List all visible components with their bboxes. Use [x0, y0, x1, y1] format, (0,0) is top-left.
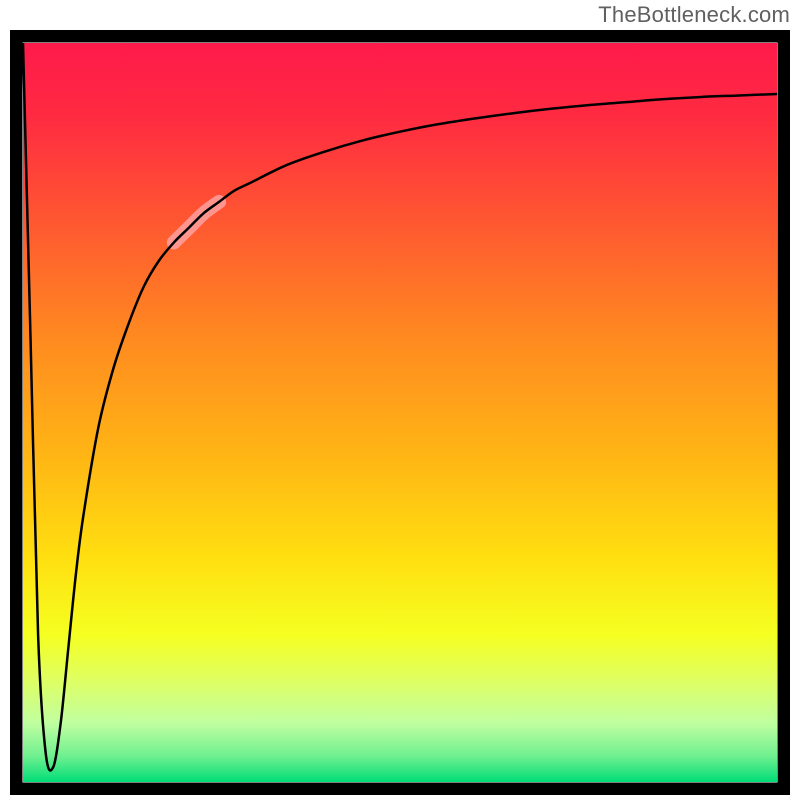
bottleneck-chart: TheBottleneck.com: [0, 0, 800, 800]
plot-canvas: [10, 30, 790, 795]
plot-background: [23, 43, 777, 782]
watermark-text: TheBottleneck.com: [598, 2, 790, 28]
